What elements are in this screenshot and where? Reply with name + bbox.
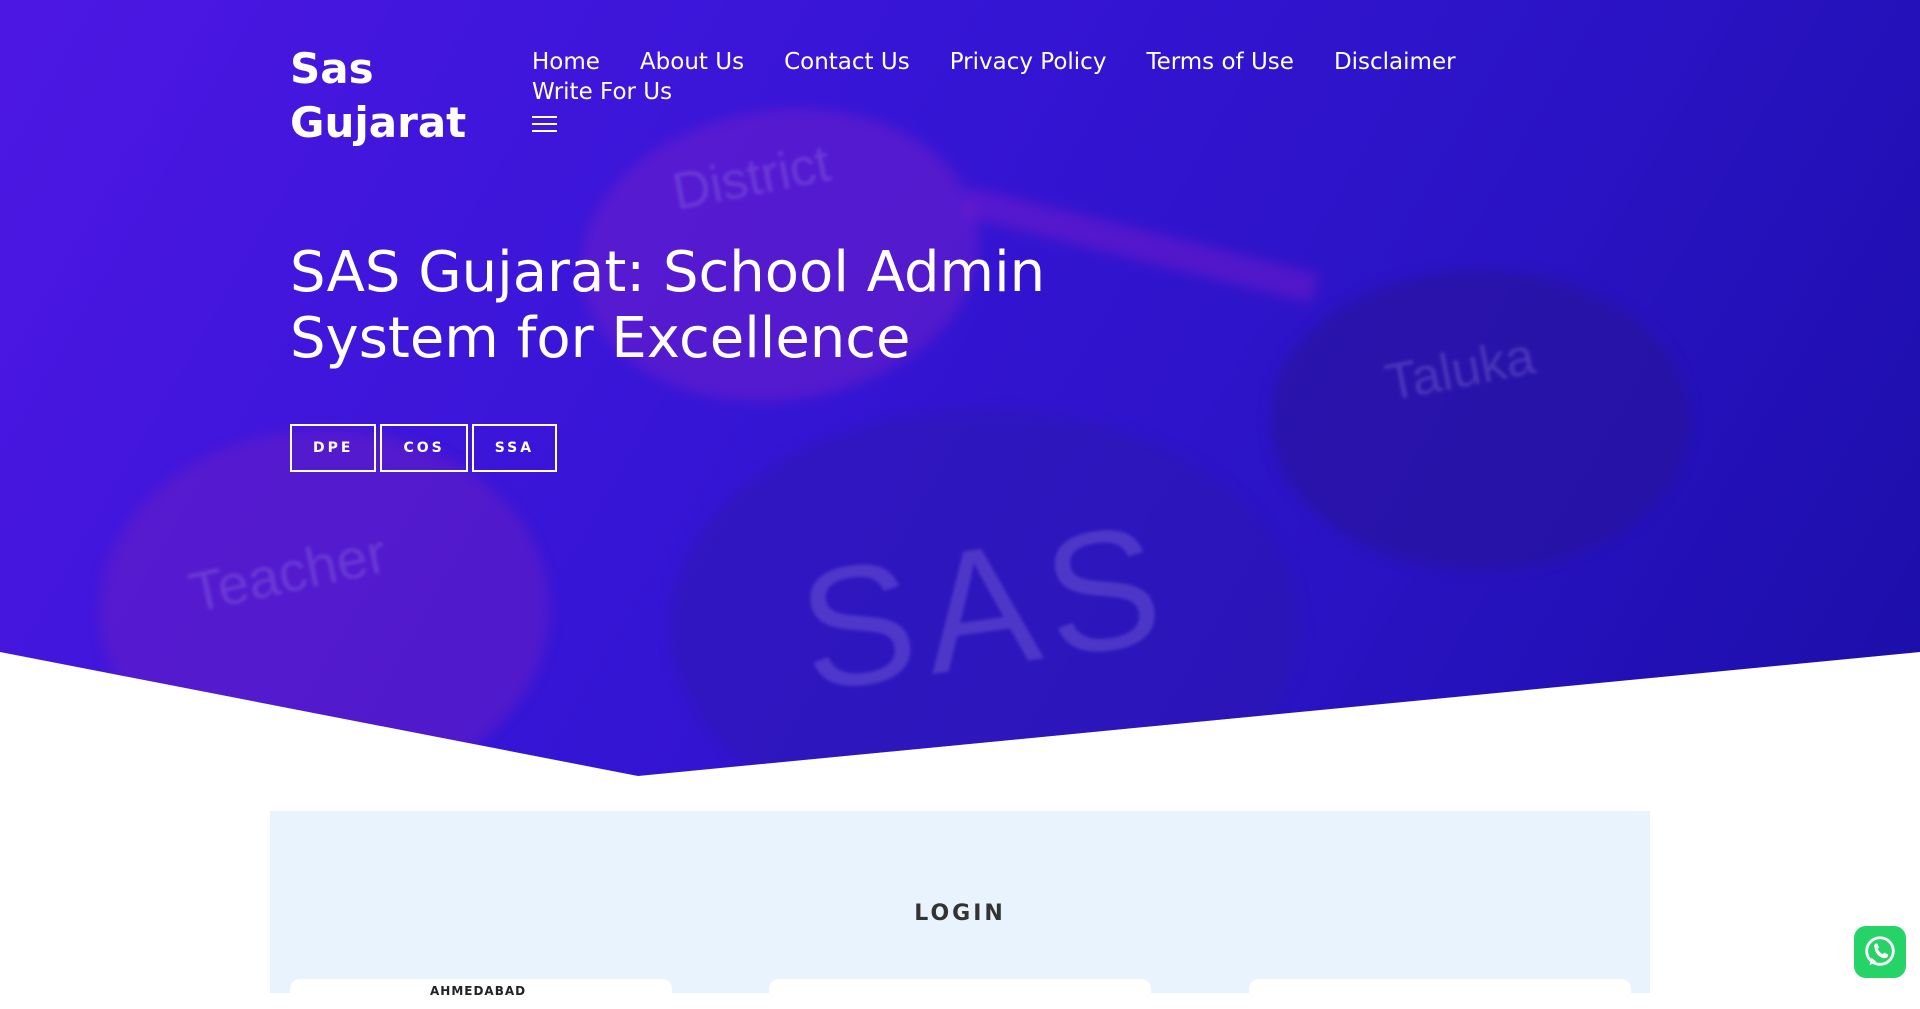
login-card-label: AHMEDABAD [430, 984, 527, 998]
login-heading: LOGIN [914, 901, 1006, 926]
nav-item-contact-us: Contact Us [784, 47, 910, 77]
site-title[interactable]: Sas Gujarat [290, 42, 490, 150]
login-section: LOGIN AHMEDABAD [270, 811, 1650, 1009]
nav-link-write-for-us[interactable]: Write For Us [532, 79, 672, 105]
login-card[interactable] [1249, 979, 1631, 1009]
main-navigation: Home About Us Contact Us Privacy Policy … [532, 47, 1492, 107]
tag-cos[interactable]: COS [380, 424, 468, 472]
nav-link-contact-us[interactable]: Contact Us [784, 49, 910, 75]
nav-link-about-us[interactable]: About Us [640, 49, 744, 75]
hero-banner: District Taluka Teacher SAS [0, 0, 1920, 776]
nav-link-terms-of-use[interactable]: Terms of Use [1146, 49, 1294, 75]
hero-background-shape [1270, 270, 1690, 570]
nav-item-terms-of-use: Terms of Use [1146, 47, 1294, 77]
hero-background-shape [100, 430, 550, 776]
page-title: SAS Gujarat: School Admin System for Exc… [290, 240, 1046, 371]
login-card[interactable]: AHMEDABAD [290, 979, 672, 1009]
nav-item-home: Home [532, 47, 600, 77]
nav-item-disclaimer: Disclaimer [1334, 47, 1456, 77]
nav-item-write-for-us: Write For Us [532, 77, 672, 107]
nav-link-disclaimer[interactable]: Disclaimer [1334, 49, 1456, 75]
nav-link-home[interactable]: Home [532, 49, 600, 75]
tag-list: DPE COS SSA [290, 424, 558, 472]
tag-dpe[interactable]: DPE [290, 424, 377, 472]
whatsapp-button[interactable] [1854, 926, 1906, 978]
nav-item-privacy-policy: Privacy Policy [950, 47, 1107, 77]
nav-item-about-us: About Us [640, 47, 744, 77]
nav-link-privacy-policy[interactable]: Privacy Policy [950, 49, 1107, 75]
whatsapp-icon [1865, 936, 1895, 966]
tag-ssa[interactable]: SSA [471, 424, 558, 472]
hamburger-icon[interactable] [532, 116, 558, 134]
nav-list: Home About Us Contact Us Privacy Policy … [532, 47, 1492, 107]
login-card[interactable] [769, 979, 1151, 1009]
